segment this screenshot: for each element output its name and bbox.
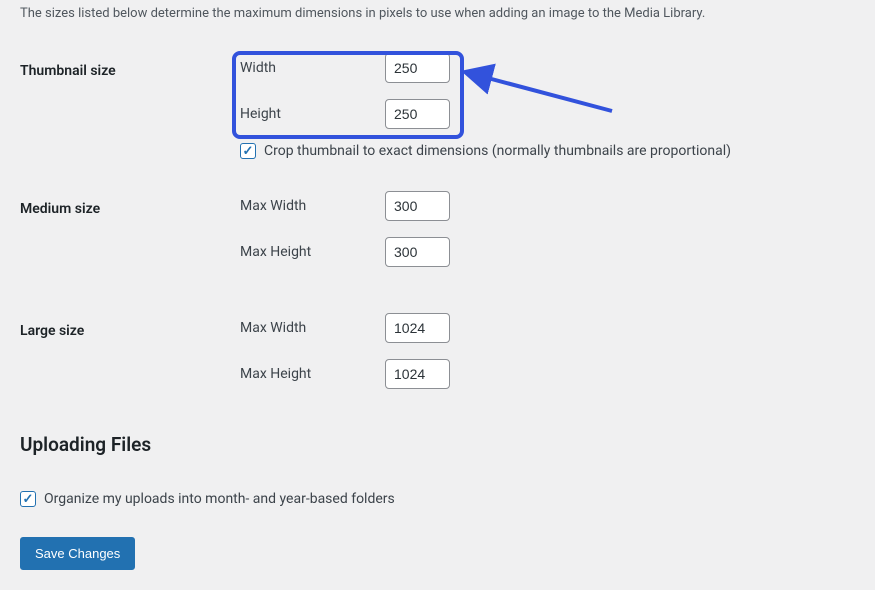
medium-max-height-line: Max Height bbox=[240, 235, 855, 269]
crop-thumbnail-checkbox[interactable] bbox=[240, 143, 256, 159]
crop-thumbnail-line: Crop thumbnail to exact dimensions (norm… bbox=[240, 143, 855, 159]
large-size-row: Large size Max Width Max Height bbox=[20, 311, 855, 403]
medium-max-width-label: Max Width bbox=[240, 198, 385, 214]
medium-size-label: Medium size bbox=[20, 189, 240, 217]
uploading-files-heading: Uploading Files bbox=[20, 433, 855, 456]
thumbnail-size-row: Thumbnail size Width Height Crop thumbna… bbox=[20, 51, 855, 159]
thumbnail-height-label: Height bbox=[240, 106, 385, 122]
medium-max-height-label: Max Height bbox=[240, 244, 385, 260]
thumbnail-height-input[interactable] bbox=[385, 99, 450, 129]
save-changes-button[interactable]: Save Changes bbox=[20, 537, 135, 570]
organize-uploads-label[interactable]: Organize my uploads into month- and year… bbox=[44, 491, 395, 507]
thumbnail-width-input[interactable] bbox=[385, 53, 450, 83]
medium-max-width-line: Max Width bbox=[240, 189, 855, 223]
thumbnail-size-label: Thumbnail size bbox=[20, 51, 240, 79]
medium-max-width-input[interactable] bbox=[385, 191, 450, 221]
media-sizes-description: The sizes listed below determine the max… bbox=[20, 0, 855, 21]
large-max-height-label: Max Height bbox=[240, 366, 385, 382]
thumbnail-fields: Width Height Crop thumbnail to exact dim… bbox=[240, 51, 855, 159]
thumbnail-width-label: Width bbox=[240, 60, 385, 76]
thumbnail-height-line: Height bbox=[240, 97, 855, 131]
large-max-width-line: Max Width bbox=[240, 311, 855, 345]
organize-uploads-checkbox[interactable] bbox=[20, 491, 36, 507]
medium-max-height-input[interactable] bbox=[385, 237, 450, 267]
thumbnail-width-line: Width bbox=[240, 51, 855, 85]
medium-fields: Max Width Max Height bbox=[240, 189, 855, 281]
large-fields: Max Width Max Height bbox=[240, 311, 855, 403]
organize-uploads-line: Organize my uploads into month- and year… bbox=[20, 491, 855, 507]
large-max-width-input[interactable] bbox=[385, 313, 450, 343]
large-size-label: Large size bbox=[20, 311, 240, 339]
large-max-height-line: Max Height bbox=[240, 357, 855, 391]
large-max-width-label: Max Width bbox=[240, 320, 385, 336]
crop-thumbnail-label[interactable]: Crop thumbnail to exact dimensions (norm… bbox=[264, 143, 731, 159]
large-max-height-input[interactable] bbox=[385, 359, 450, 389]
medium-size-row: Medium size Max Width Max Height bbox=[20, 189, 855, 281]
